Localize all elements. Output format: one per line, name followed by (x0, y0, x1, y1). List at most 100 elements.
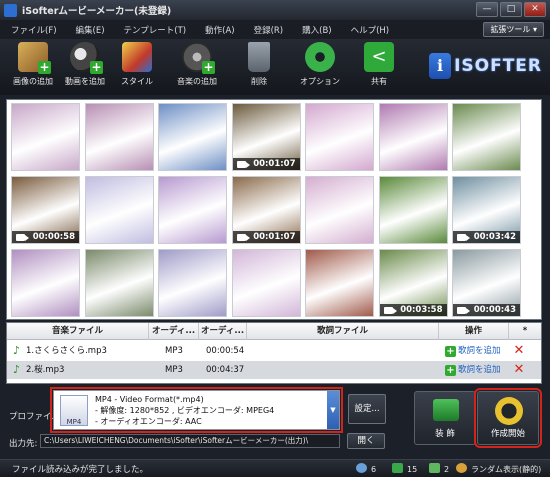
extension-tools-button[interactable]: 拡張ツール ▾ (483, 22, 544, 37)
create-start-button[interactable]: 作成開始 (474, 388, 542, 448)
isofter-logo: i ISOFTER (429, 52, 542, 80)
logo-mark: i (429, 53, 452, 79)
title-bar: iSofterムービーメーカー(未登録) — □ ✕ (0, 0, 550, 20)
menu-template[interactable]: テンプレート(T) (124, 24, 187, 36)
media-thumbnail[interactable] (305, 103, 374, 171)
minimize-button[interactable]: — (476, 2, 498, 17)
media-thumbnail[interactable] (452, 103, 521, 171)
music-file-name: 2.桜.mp3 (26, 365, 65, 375)
add-lyric-label: 歌詞を追加 (458, 346, 501, 356)
music-file-name: 1.さくらさくら.mp3 (26, 346, 107, 356)
video-icon (392, 463, 403, 473)
col-music-file[interactable]: 音楽ファイル (7, 323, 149, 340)
add-music-icon: + (182, 42, 215, 74)
share-label: 共有 (371, 77, 387, 86)
status-message: ファイル読み込みが完了しました。 (12, 465, 149, 475)
menu-action[interactable]: 動作(A) (205, 24, 234, 36)
add-lyric-link[interactable]: + 歌詞を追加 (445, 342, 507, 360)
media-thumbnail[interactable] (158, 176, 227, 244)
display-mode[interactable]: ランダム表示(静的) (456, 463, 541, 475)
music-file-cell: ♪ 2.桜.mp3 (13, 361, 147, 379)
profile-detail-1: - 解像度: 1280*852 , ビデオエンコーダ: MPEG4 (95, 406, 275, 415)
menu-purchase[interactable]: 購入(B) (302, 24, 331, 36)
options-button[interactable]: オプション (291, 42, 349, 92)
media-thumbnail[interactable] (305, 176, 374, 244)
settings-button[interactable]: 設定... (348, 394, 386, 424)
col-audio-length[interactable]: オーディ... (199, 323, 247, 340)
menu-edit[interactable]: 編集(E) (76, 24, 105, 36)
chevron-down-icon[interactable]: ▼ (327, 391, 339, 429)
add-music-label: 音楽の追加 (177, 77, 217, 86)
profile-select[interactable]: MP4 MP4 - Video Format(*.mp4) - 解像度: 128… (50, 387, 343, 433)
output-path-field[interactable]: C:\Users\LIWEICHENG\Documents\iSofter\iS… (40, 434, 340, 448)
maximize-button[interactable]: □ (500, 2, 522, 17)
delete-button[interactable]: 削除 (230, 42, 288, 92)
media-thumbnail[interactable] (84, 249, 154, 317)
col-operation[interactable]: 操作 (439, 323, 509, 340)
output-label: 出力先: (9, 439, 38, 449)
output-panel: プロファイル: MP4 MP4 - Video Format(*.mp4) - … (0, 387, 550, 459)
add-lyric-link[interactable]: + 歌詞を追加 (445, 361, 507, 379)
media-thumbnail[interactable] (378, 103, 448, 171)
add-image-button[interactable]: + 画像の追加 (4, 42, 62, 92)
logo-text: ISOFTER (454, 56, 542, 76)
add-image-label: 画像の追加 (13, 77, 53, 86)
media-thumbnail[interactable] (84, 176, 154, 244)
media-thumbnail[interactable]: 00:01:07 (231, 176, 301, 244)
share-icon: < (364, 42, 394, 72)
trash-icon (248, 42, 270, 72)
profile-detail-2: - オーディオエンコーダ: AAC (95, 417, 202, 426)
remove-music-icon[interactable]: ✕ (513, 363, 525, 376)
media-thumbnail[interactable] (231, 249, 301, 317)
menu-help[interactable]: ヘルプ(H) (351, 24, 390, 36)
gear-icon (305, 42, 335, 72)
media-thumbnail[interactable]: 00:00:43 (452, 249, 521, 317)
audio-length-cell: 00:00:54 (206, 346, 245, 356)
col-audio-format[interactable]: オーディ... (149, 323, 199, 340)
media-thumbnail[interactable] (11, 103, 80, 171)
decorate-button[interactable]: 装 飾 (414, 391, 476, 445)
media-thumbnail[interactable]: 00:03:42 (452, 176, 521, 244)
menu-file[interactable]: ファイル(F) (11, 24, 57, 36)
video-camera-icon (457, 307, 470, 314)
add-lyric-icon: + (445, 346, 456, 357)
media-thumbnail[interactable] (158, 103, 227, 171)
close-button[interactable]: ✕ (524, 2, 546, 17)
audio-length-cell: 00:04:37 (206, 365, 245, 375)
mode-icon (456, 463, 467, 473)
options-label: オプション (300, 77, 340, 86)
media-thumbnail[interactable]: 00:03:58 (378, 249, 448, 317)
media-thumbnail[interactable] (84, 103, 154, 171)
share-button[interactable]: < 共有 (350, 42, 408, 92)
media-thumbnail[interactable] (11, 249, 80, 317)
add-video-button[interactable]: + 動画を追加 (56, 42, 114, 92)
media-grid[interactable]: 00:01:07 00:00:58 00:01:07 00:03:42 00:03:58… (6, 99, 542, 320)
menu-register[interactable]: 登録(R) (254, 24, 284, 36)
media-thumbnail[interactable] (158, 249, 227, 317)
col-star[interactable]: * (509, 323, 541, 340)
media-thumbnail[interactable] (378, 176, 448, 244)
music-table: 音楽ファイル オーディ... オーディ... 歌詞ファイル 操作 * ♪ 1.さく… (6, 322, 542, 384)
table-row[interactable]: ♪ 1.さくらさくら.mp3 MP3 00:00:54 + 歌詞を追加 ✕ (7, 342, 541, 360)
profile-description: MP4 - Video Format(*.mp4) - 解像度: 1280*85… (95, 394, 274, 427)
table-row[interactable]: ♪ 2.桜.mp3 MP3 00:04:37 + 歌詞を追加 ✕ (7, 361, 541, 379)
photo-count-value: 6 (371, 465, 377, 474)
media-thumbnail[interactable]: 00:00:58 (11, 176, 80, 244)
media-thumbnail[interactable]: 00:01:07 (231, 103, 301, 171)
add-video-icon: + (70, 42, 103, 74)
add-lyric-icon: + (445, 365, 456, 376)
media-thumbnail[interactable] (305, 249, 374, 317)
video-count-value: 15 (407, 465, 418, 474)
open-folder-button[interactable]: 開く (347, 433, 385, 449)
table-header: 音楽ファイル オーディ... オーディ... 歌詞ファイル 操作 * (7, 323, 541, 340)
remove-music-icon[interactable]: ✕ (513, 344, 525, 357)
style-button[interactable]: スタイル (108, 42, 166, 92)
add-lyric-label: 歌詞を追加 (458, 365, 501, 375)
video-count: 15 (392, 463, 417, 474)
add-music-button[interactable]: + 音楽の追加 (168, 42, 226, 92)
col-lyric-file[interactable]: 歌詞ファイル (247, 323, 439, 340)
profile-name: MP4 - Video Format(*.mp4) (95, 395, 204, 404)
menu-bar: ファイル(F) 編集(E) テンプレート(T) 動作(A) 登録(R) 購入(B… (0, 20, 550, 39)
globe-icon (356, 463, 367, 473)
music-note-icon: ♪ (13, 344, 21, 357)
